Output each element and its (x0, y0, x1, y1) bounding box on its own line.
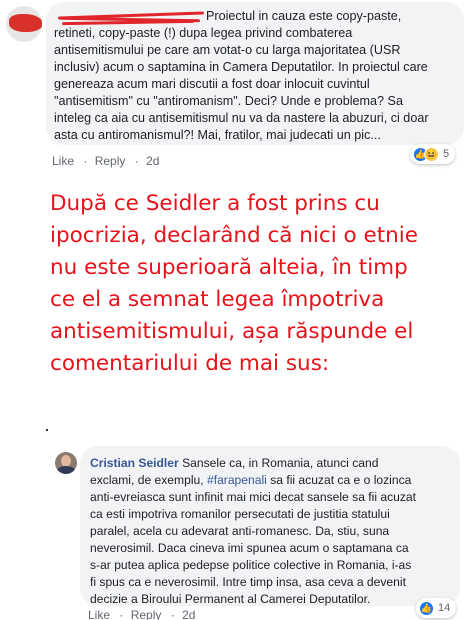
comment-text: Cristian Seidler Sansele ca, in Romania,… (90, 455, 454, 608)
comment-line: decizie a Biroului Permanent al Camerei … (90, 592, 371, 606)
comment-line: s-ar putea aplica pedepse politice colec… (90, 558, 412, 572)
haha-icon: 😆 (424, 146, 439, 162)
comment-line: exclami, de exemplu, #farapenali sa fii … (90, 472, 454, 489)
reaction-count: 5 (443, 148, 450, 160)
separator: · (83, 154, 88, 168)
caption-line: ipocrizia, declarând că nici o etnie (50, 223, 419, 248)
comment-line: fi spus ca e neverosimil. Intre timp ins… (90, 575, 406, 589)
author-name[interactable]: Cristian Seidler (90, 456, 179, 470)
comment-line: retineti, copy-paste (!) dupa legea priv… (54, 26, 353, 40)
comment-line: asta cu antiromanismul?! Mai, fratilor, … (54, 128, 381, 142)
caption-line: ce el a semnat legea împotriva (50, 287, 385, 312)
comment-fragment: exclami, de exemplu, (90, 473, 204, 487)
comment-1: Proiectul in cauza este copy-paste, reti… (0, 0, 470, 170)
reply-link[interactable]: Reply (131, 608, 162, 620)
caption-text: După ce Seidler a fost prins cu ipocrizi… (50, 188, 460, 380)
reactions-badge[interactable]: 👍 😆 5 (410, 144, 456, 164)
avatar-redacted[interactable] (6, 6, 42, 42)
comment-line: "antisemitism" cu "antiromanism". Deci? … (54, 94, 403, 108)
like-link[interactable]: Like (88, 608, 110, 620)
like-icon: 👍 (419, 600, 434, 616)
comment-actions: Like · Reply · 2d (88, 608, 197, 620)
comment-line: inteleg ca aia cu antisemitismul nu va d… (54, 111, 429, 125)
reactions-badge[interactable]: 👍 14 (416, 598, 457, 618)
reaction-count: 14 (438, 602, 451, 614)
reply-link[interactable]: Reply (95, 154, 126, 168)
caption-line: antisemitismului, așa răspunde el (50, 319, 414, 344)
timestamp[interactable]: 2d (146, 154, 159, 168)
comment-line: paralel, acela cu adevarat anti-romanesc… (90, 524, 390, 538)
comment-line: neverosimil. Daca cineva imi spunea acum… (90, 541, 409, 555)
separator: · (119, 608, 124, 620)
comment-actions: Like · Reply · 2d (52, 154, 161, 168)
caption-line: După ce Seidler a fost prins cu (50, 191, 380, 216)
comment-line: ca esti impotriva romanilor persecutati … (90, 507, 390, 521)
comment-line: inclusiv) acum o saptamina in Camera Dep… (54, 60, 428, 74)
like-link[interactable]: Like (52, 154, 74, 168)
separator: · (170, 608, 175, 620)
hashtag-link[interactable]: #farapenali (207, 473, 267, 487)
comment-line: anti-evreiasca sunt infinit mai mici dec… (90, 490, 417, 504)
comment-text: Proiectul in cauza este copy-paste, reti… (54, 8, 429, 144)
timestamp[interactable]: 2d (182, 608, 195, 620)
separator: · (134, 154, 139, 168)
comment-fragment: Sansele ca, in Romania, atunci cand (182, 456, 379, 470)
stray-dot (46, 429, 48, 431)
avatar[interactable] (55, 452, 77, 474)
caption-line: nu este superioară alteia, în timp (50, 255, 408, 280)
comment-line: genereaza acum mari discutii a fost doar… (54, 77, 370, 91)
comment-line: antisemitismului pe care am votat-o cu l… (54, 43, 401, 57)
comment-line: Cristian Seidler Sansele ca, in Romania,… (90, 455, 454, 472)
caption-line: comentariului de mai sus: (50, 351, 330, 376)
redaction-mark (9, 14, 42, 32)
comment-fragment: sa fii acuzat ca e o lozinca (270, 473, 412, 487)
comment-line: Proiectul in cauza este copy-paste, (206, 9, 402, 23)
